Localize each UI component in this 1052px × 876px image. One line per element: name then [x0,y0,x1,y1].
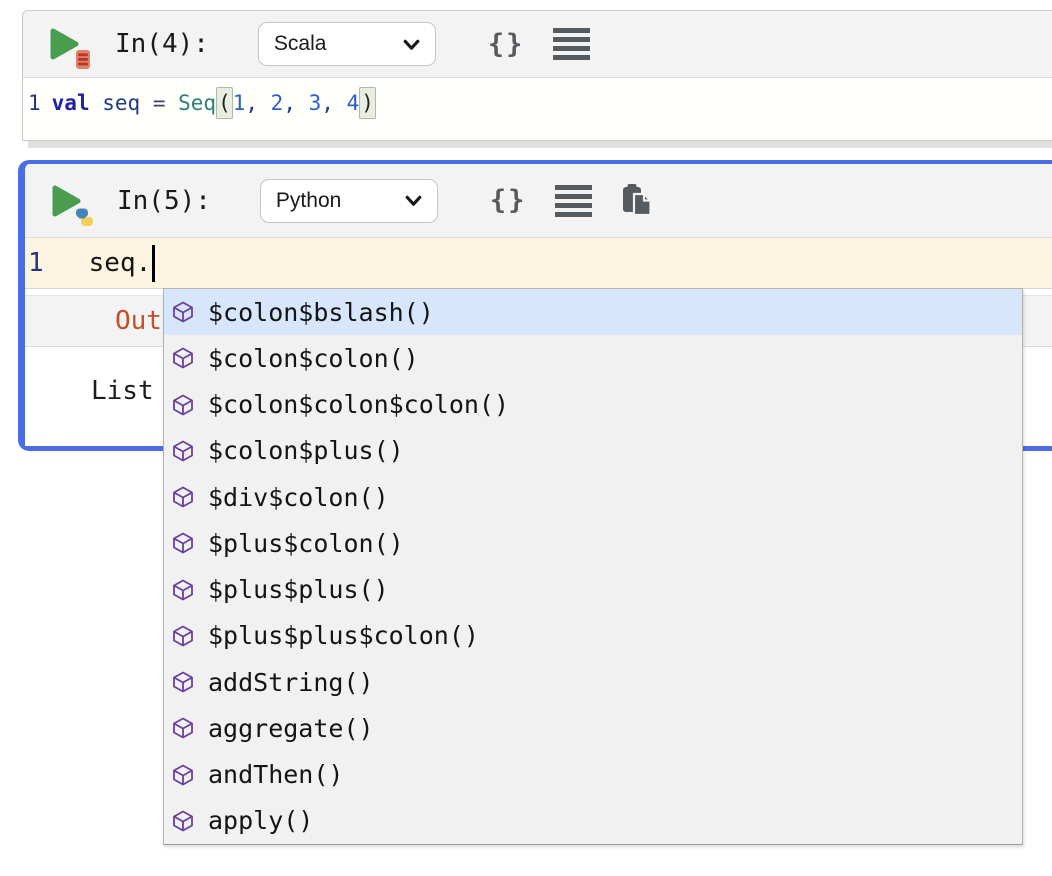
cube-icon [171,578,195,602]
code-cell-scala: In(4): Scala {} 1val seq = Seq(1, 2, 3, … [22,10,1052,141]
line-number: 1 [28,248,44,278]
cube-icon [171,439,195,463]
cell-options-button[interactable] [555,185,592,217]
paste-button[interactable] [620,183,653,218]
autocomplete-item[interactable]: $colon$colon$colon() [164,382,1022,428]
completion-label: $plus$plus$colon() [208,621,479,650]
matched-bracket: ) [359,87,376,119]
completion-label: $colon$plus() [208,436,404,465]
autocomplete-item[interactable]: apply() [164,798,1022,844]
completion-label: $div$colon() [208,483,389,512]
code-token-type: Seq [178,91,216,115]
scala-logo-icon [75,49,92,70]
output-label: Out [115,306,162,336]
cube-icon [171,393,195,417]
cube-icon [171,300,195,324]
code-token-keyword: val [52,91,90,115]
cell-divider [28,141,1052,148]
autocomplete-item[interactable]: andThen() [164,752,1022,798]
matched-bracket: ( [216,87,233,119]
completion-label: aggregate() [208,714,374,743]
autocomplete-item[interactable]: $plus$plus$colon() [164,613,1022,659]
text-cursor [152,245,155,282]
completion-label: $colon$colon() [208,344,419,373]
cell2-header: In(5): Python {} [25,164,1052,238]
cell2-input-label: In(5): [117,186,211,216]
cell1-code-editor[interactable]: 1val seq = Seq(1, 2, 3, 4) [23,78,1052,140]
chevron-down-icon [403,190,424,211]
cube-icon [171,809,195,833]
code-token-variable: seq [102,91,140,115]
cell1-header: In(4): Scala {} [23,11,1052,78]
cube-icon [171,716,195,740]
cell-options-button[interactable] [553,28,590,60]
cube-icon [171,346,195,370]
notebook: In(4): Scala {} 1val seq = Seq(1, 2, 3, … [0,0,1052,876]
cube-icon [171,670,195,694]
cube-icon [171,531,195,555]
completion-label: addString() [208,668,374,697]
completion-label: $colon$colon$colon() [208,390,509,419]
autocomplete-item[interactable]: aggregate() [164,705,1022,751]
format-code-button[interactable]: {} [488,29,525,60]
cell2-code-editor[interactable]: 1 seq. [25,238,1052,289]
completion-label: $plus$colon() [208,529,404,558]
autocomplete-item[interactable]: addString() [164,659,1022,705]
cell1-input-label: In(4): [115,29,209,59]
completion-label: $plus$plus() [208,575,389,604]
python-logo-icon [74,208,95,227]
output-value: List [91,376,154,406]
cube-icon [171,624,195,648]
completion-label: andThen() [208,760,343,789]
language-select-value: Python [276,189,341,213]
line-number: 1 [28,91,41,115]
cell1-language-select[interactable]: Scala [258,22,436,66]
completion-label: apply() [208,806,313,835]
format-code-button[interactable]: {} [490,185,527,216]
autocomplete-item[interactable]: $plus$colon() [164,520,1022,566]
run-cell-button[interactable] [49,182,89,220]
autocomplete-dropdown: $colon$bslash() $colon$colon() $colon$co… [163,288,1023,845]
cell2-language-select[interactable]: Python [260,179,438,223]
code-text: seq. [89,248,152,278]
clipboard-paste-icon [620,183,653,218]
autocomplete-item[interactable]: $colon$colon() [164,335,1022,381]
run-cell-button[interactable] [47,25,87,63]
autocomplete-item[interactable]: $plus$plus() [164,567,1022,613]
cube-icon [171,485,195,509]
autocomplete-item[interactable]: $div$colon() [164,474,1022,520]
cube-icon [171,763,195,787]
autocomplete-item[interactable]: $colon$plus() [164,428,1022,474]
autocomplete-item[interactable]: $colon$bslash() [164,289,1022,335]
chevron-down-icon [401,34,422,55]
completion-label: $colon$bslash() [208,298,434,327]
language-select-value: Scala [274,32,327,56]
